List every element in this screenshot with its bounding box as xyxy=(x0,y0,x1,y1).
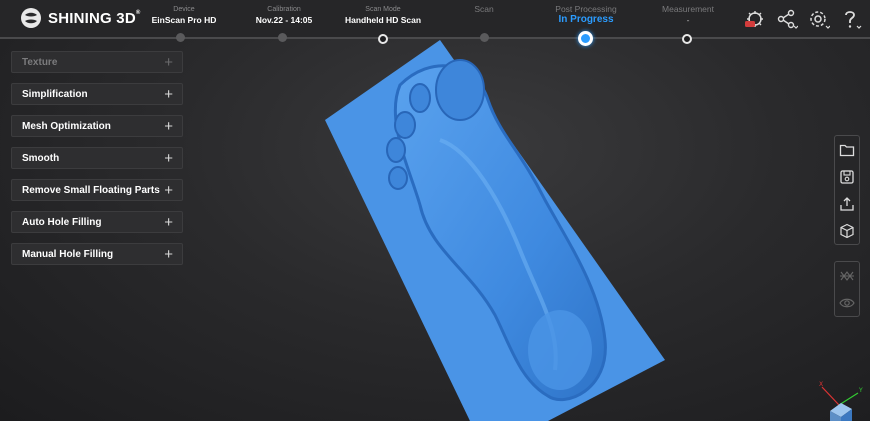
expand-plus-icon[interactable]: + xyxy=(164,215,173,230)
step-calibration-value: Nov.22 - 14:05 xyxy=(255,15,313,25)
top-bar: SHINING 3D® Device EinScan Pro HD Calibr… xyxy=(0,0,870,38)
axis-y-label: Y xyxy=(858,387,863,394)
save-icon xyxy=(840,169,854,184)
step-device-value: EinScan Pro HD xyxy=(151,15,217,25)
smooth-option[interactable]: Smooth + xyxy=(11,147,183,169)
remove-small-floating-parts-option[interactable]: Remove Small Floating Parts + xyxy=(11,179,183,201)
step-post-processing-dot xyxy=(578,31,593,46)
mesh-optimization-label: Mesh Optimization xyxy=(22,120,111,132)
workflow-progress-line xyxy=(0,37,870,39)
mesh-optimization-option[interactable]: Mesh Optimization + xyxy=(11,115,183,137)
manual-hole-filling-label: Manual Hole Filling xyxy=(22,248,114,260)
axis-x-label: X xyxy=(819,381,823,388)
visibility-button[interactable] xyxy=(835,289,859,316)
top-icon-group xyxy=(744,9,862,29)
post-processing-panel: Texture + Simplification + Mesh Optimiza… xyxy=(11,51,183,275)
share-icon[interactable] xyxy=(776,9,798,29)
expand-plus-icon[interactable]: + xyxy=(164,119,173,134)
expand-plus-icon[interactable]: + xyxy=(164,87,173,102)
manual-hole-filling-option[interactable]: Manual Hole Filling + xyxy=(11,243,183,265)
step-post-processing-label: Post Processing xyxy=(555,4,617,14)
view-cube-button[interactable] xyxy=(835,217,859,244)
step-scan[interactable]: Scan xyxy=(429,5,539,14)
axis-orientation-gizmo[interactable]: X Y xyxy=(814,377,864,421)
expand-plus-icon[interactable]: + xyxy=(164,151,173,166)
step-device[interactable]: Device EinScan Pro HD xyxy=(129,5,239,26)
step-measurement[interactable]: Measurement - xyxy=(633,5,743,26)
auto-hole-filling-label: Auto Hole Filling xyxy=(22,216,102,228)
step-device-dot xyxy=(176,33,185,42)
expand-plus-icon[interactable]: + xyxy=(164,247,173,262)
step-scan-mode-label: Scan Mode xyxy=(365,6,401,13)
step-calibration-dot xyxy=(278,33,287,42)
simplification-option[interactable]: Simplification + xyxy=(11,83,183,105)
step-post-processing[interactable]: Post Processing In Progress xyxy=(531,5,641,26)
save-button[interactable] xyxy=(835,163,859,190)
step-scan-mode[interactable]: Scan Mode Handheld HD Scan xyxy=(328,5,438,26)
view-cube-icon xyxy=(840,223,854,238)
step-scan-dot xyxy=(480,33,489,42)
brand-logo: SHINING 3D® xyxy=(20,7,140,29)
export-icon xyxy=(840,196,854,211)
step-scan-mode-value: Handheld HD Scan xyxy=(344,15,422,25)
expand-plus-icon[interactable]: + xyxy=(164,55,173,70)
step-calibration-label: Calibration xyxy=(267,6,301,13)
auto-hole-filling-option[interactable]: Auto Hole Filling + xyxy=(11,211,183,233)
step-measurement-value: - xyxy=(686,15,690,25)
step-scan-label: Scan xyxy=(474,4,494,14)
brand-name: SHINING 3D® xyxy=(48,9,141,27)
simplification-label: Simplification xyxy=(22,88,88,100)
texture-option[interactable]: Texture + xyxy=(11,51,183,73)
mesh-toggle-icon xyxy=(840,270,854,281)
open-folder-icon xyxy=(839,144,855,156)
step-scan-mode-dot xyxy=(378,34,388,44)
texture-label: Texture xyxy=(22,56,58,68)
file-toolbar xyxy=(834,135,860,245)
shining3d-logo-icon xyxy=(21,8,41,28)
help-icon[interactable] xyxy=(840,9,862,29)
step-measurement-label: Measurement xyxy=(662,4,714,14)
step-calibration[interactable]: Calibration Nov.22 - 14:05 xyxy=(229,5,339,26)
export-button[interactable] xyxy=(835,190,859,217)
step-measurement-dot xyxy=(682,34,692,44)
remote-service-icon[interactable] xyxy=(744,9,766,29)
settings-icon[interactable] xyxy=(808,9,830,29)
step-device-label: Device xyxy=(173,6,195,13)
view-toolbar xyxy=(834,261,860,317)
visibility-icon xyxy=(839,298,855,307)
mesh-toggle-button[interactable] xyxy=(835,262,859,289)
expand-plus-icon[interactable]: + xyxy=(164,183,173,198)
smooth-label: Smooth xyxy=(22,152,60,164)
remove-small-floating-parts-label: Remove Small Floating Parts xyxy=(22,184,160,196)
open-folder-button[interactable] xyxy=(835,136,859,163)
step-post-processing-status: In Progress xyxy=(558,14,614,25)
